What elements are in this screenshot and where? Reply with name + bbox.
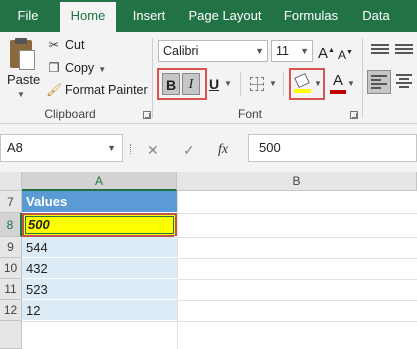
fill-color-swatch bbox=[294, 89, 311, 93]
format-painter-button[interactable]: 🖌 Format Painter bbox=[46, 83, 148, 98]
divider bbox=[283, 72, 284, 96]
gridline bbox=[177, 300, 417, 301]
column-header-b[interactable]: B bbox=[177, 172, 417, 191]
cut-label: Cut bbox=[65, 38, 85, 52]
copy-label: Copy bbox=[65, 61, 95, 75]
middle-align-icon[interactable] bbox=[395, 44, 413, 58]
cell-a11[interactable]: 523 bbox=[22, 279, 177, 300]
font-launcher-icon[interactable] bbox=[350, 111, 358, 119]
underline-button[interactable]: U bbox=[207, 73, 221, 95]
font-group-label: Font bbox=[237, 107, 262, 121]
gridline bbox=[177, 237, 417, 238]
align-left-button[interactable] bbox=[367, 70, 391, 94]
copy-button[interactable]: ❐ Copy ▼ bbox=[46, 60, 106, 75]
tab-file[interactable]: File bbox=[8, 0, 48, 32]
grow-font-glyph: A bbox=[318, 45, 329, 62]
bold-button[interactable]: B bbox=[162, 73, 180, 95]
font-color-dropdown[interactable]: ▼ bbox=[346, 73, 356, 95]
copy-icon: ❐ bbox=[48, 61, 60, 75]
formula-bar: A8 ▼ ✕ ✓ fx 500 bbox=[0, 124, 417, 172]
gridline bbox=[177, 191, 178, 349]
fill-color-button[interactable] bbox=[294, 72, 312, 95]
chevron-down-icon: ▼ bbox=[107, 143, 116, 153]
tab-formulas[interactable]: Formulas bbox=[280, 0, 342, 32]
cut-button[interactable]: ✂ Cut bbox=[46, 37, 85, 52]
enter-icon[interactable]: ✓ bbox=[183, 142, 195, 159]
borders-dropdown[interactable]: ▼ bbox=[268, 73, 278, 95]
divider bbox=[240, 72, 241, 96]
row-header-12[interactable]: 12 bbox=[0, 300, 22, 321]
clipboard-icon bbox=[7, 38, 35, 72]
gridline bbox=[177, 279, 417, 280]
fill-color-dropdown[interactable]: ▼ bbox=[313, 73, 323, 95]
tab-page-layout[interactable]: Page Layout bbox=[185, 0, 265, 32]
clipboard-group-label: Clipboard bbox=[44, 107, 96, 121]
ribbon: Paste ▼ ✂ Cut ❐ Copy ▼ 🖌 Format Painter Clip… bbox=[0, 32, 417, 124]
cell-a7[interactable]: Values bbox=[22, 191, 177, 213]
cell-a12[interactable]: 12 bbox=[22, 300, 177, 321]
clipboard-launcher-icon[interactable] bbox=[143, 111, 151, 119]
increase-font-size-button[interactable]: A▲ bbox=[318, 40, 335, 62]
select-all-corner[interactable] bbox=[0, 172, 22, 191]
worksheet-grid: A B 7 8 9 10 11 12 Values 500 544 432 52… bbox=[0, 172, 417, 349]
cancel-icon[interactable]: ✕ bbox=[147, 142, 159, 159]
group-divider bbox=[152, 38, 153, 118]
tab-home[interactable]: Home bbox=[60, 2, 116, 32]
formula-input[interactable]: 500 bbox=[248, 134, 417, 162]
top-align-icon[interactable] bbox=[371, 44, 389, 58]
row-header-9[interactable]: 9 bbox=[0, 237, 22, 258]
paintbrush-icon: 🖌 bbox=[46, 83, 62, 97]
tab-data[interactable]: Data bbox=[356, 0, 396, 32]
font-name-value: Calibri bbox=[163, 44, 199, 58]
ribbon-tab-bar: File Home Insert Page Layout Formulas Da… bbox=[0, 0, 417, 32]
decrease-font-size-button[interactable]: A▼ bbox=[338, 42, 353, 64]
gridline bbox=[177, 213, 417, 214]
underline-dropdown[interactable]: ▼ bbox=[223, 73, 233, 95]
cell-a8[interactable]: 500 bbox=[22, 213, 177, 237]
insert-function-icon[interactable]: fx bbox=[218, 142, 228, 158]
row-header-7[interactable]: 7 bbox=[0, 191, 22, 213]
paint-bucket-icon bbox=[294, 72, 310, 89]
column-header-a[interactable]: A bbox=[22, 172, 177, 191]
chevron-down-icon: ▼ bbox=[17, 90, 25, 99]
font-size-select[interactable]: 11 ▼ bbox=[271, 40, 313, 62]
chevron-down-icon: ▼ bbox=[98, 65, 107, 74]
align-left-icon bbox=[371, 75, 389, 89]
group-divider bbox=[362, 38, 363, 118]
row-header-10[interactable]: 10 bbox=[0, 258, 22, 279]
chevron-down-icon: ▼ bbox=[300, 46, 309, 56]
font-size-value: 11 bbox=[276, 44, 289, 58]
tab-insert[interactable]: Insert bbox=[126, 0, 172, 32]
row-header-11[interactable]: 11 bbox=[0, 279, 22, 300]
shrink-font-glyph: A bbox=[338, 48, 347, 62]
chevron-down-icon: ▼ bbox=[255, 46, 264, 56]
splitter-handle[interactable] bbox=[130, 144, 133, 154]
gridline bbox=[177, 258, 417, 259]
font-name-select[interactable]: Calibri ▼ bbox=[158, 40, 268, 62]
font-color-button[interactable]: A bbox=[330, 73, 346, 95]
name-box[interactable]: A8 ▼ bbox=[0, 134, 123, 162]
italic-button[interactable]: I bbox=[182, 73, 200, 95]
format-painter-label: Format Painter bbox=[65, 83, 148, 97]
borders-icon[interactable] bbox=[250, 77, 264, 91]
align-center-icon[interactable] bbox=[396, 74, 414, 88]
cell-a10[interactable]: 432 bbox=[22, 258, 177, 279]
row-header-13[interactable] bbox=[0, 321, 22, 349]
paste-label: Paste bbox=[7, 72, 41, 87]
scissors-icon: ✂ bbox=[48, 38, 60, 52]
row-header-8[interactable]: 8 bbox=[0, 213, 22, 237]
gridline bbox=[22, 321, 417, 322]
font-color-swatch bbox=[330, 90, 346, 94]
name-box-value: A8 bbox=[7, 140, 23, 155]
cell-a9[interactable]: 544 bbox=[22, 237, 177, 258]
font-color-glyph: A bbox=[332, 72, 343, 89]
